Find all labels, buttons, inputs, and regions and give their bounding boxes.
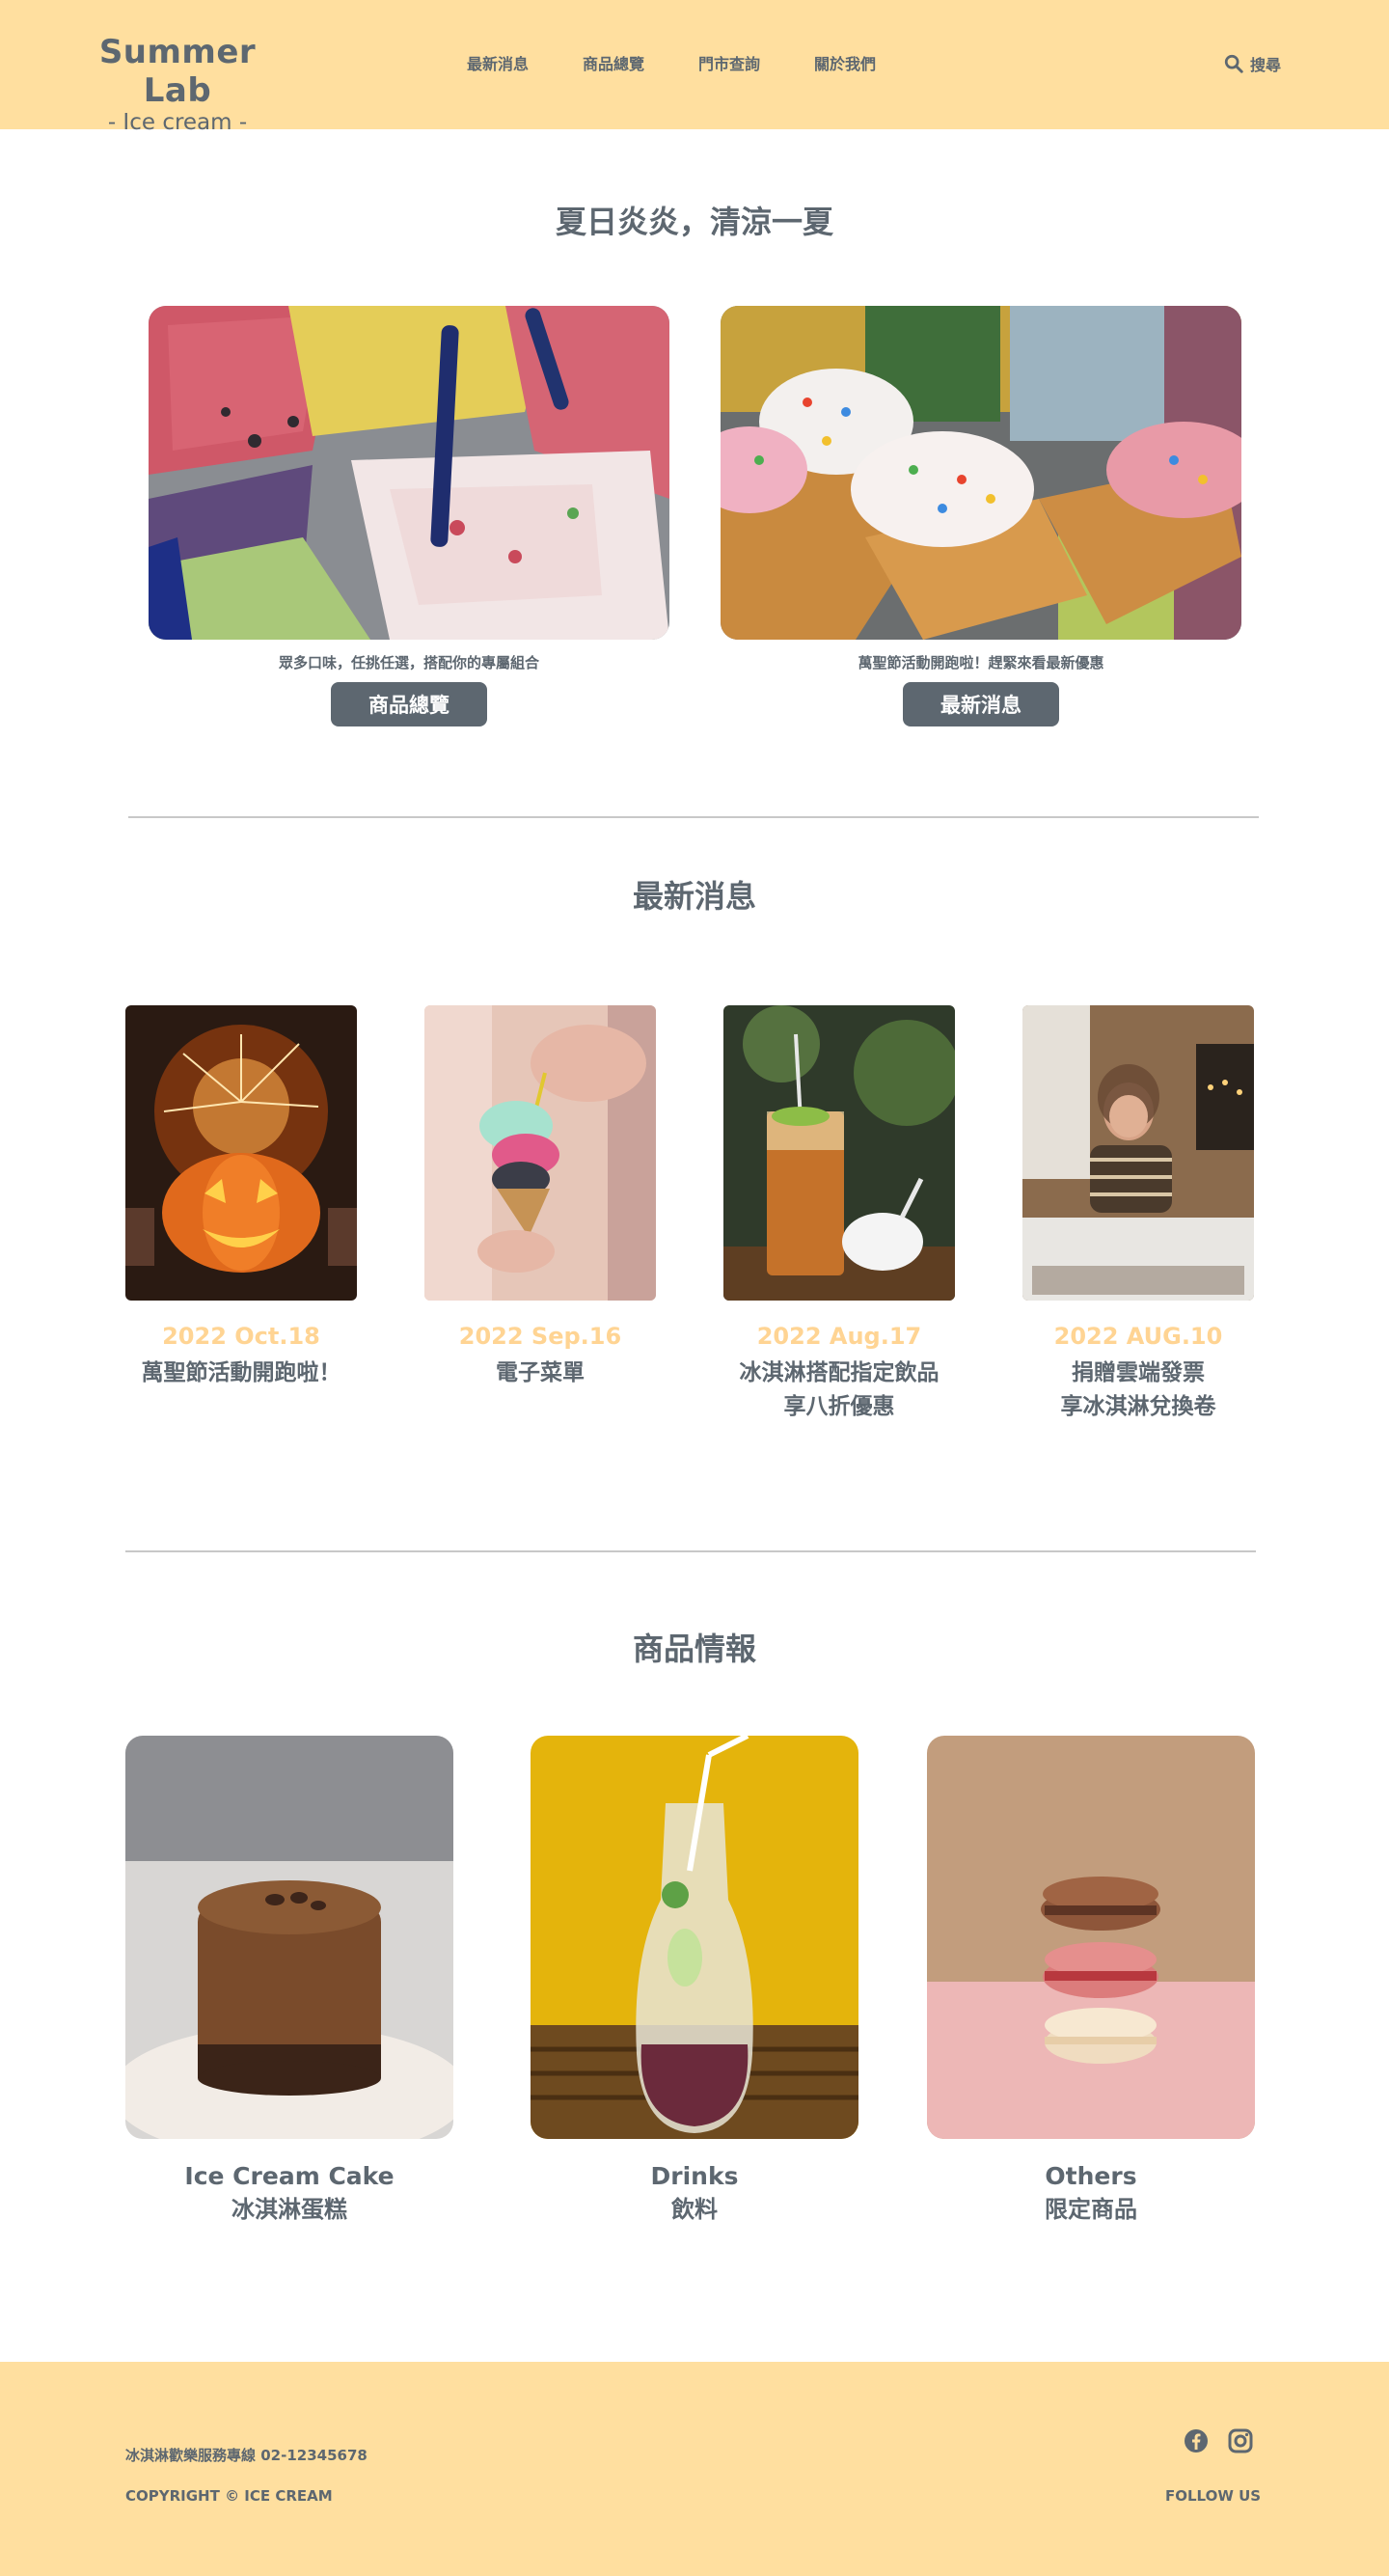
product-card[interactable]: Others 限定商品 xyxy=(927,1736,1255,2226)
follow-us-label: FOLLOW US xyxy=(1165,2487,1262,2505)
section-divider xyxy=(128,816,1259,818)
news-date: 2022 Aug.17 xyxy=(756,1323,922,1350)
news-title: 冰淇淋搭配指定飲品 享八折優惠 xyxy=(739,1360,940,1419)
hero-card-products: 眾多口味，任挑任選，搭配你的專屬組合 商品總覽 xyxy=(149,306,669,726)
search-icon xyxy=(1224,54,1243,73)
logo-subtitle: - Ice cream - xyxy=(107,110,248,135)
woman-eating-ice-cream-image xyxy=(1022,1005,1254,1301)
search-label: 搜尋 xyxy=(1250,56,1282,74)
news-section-title: 最新消息 xyxy=(632,878,756,915)
pumpkin-sparkler-image xyxy=(125,1005,357,1301)
service-hotline: 冰淇淋歡樂服務專線 02-12345678 xyxy=(125,2447,368,2464)
hero-title: 夏日炎炎，清涼一夏 xyxy=(555,204,833,240)
copyright-text: COPYRIGHT © ICE CREAM xyxy=(125,2487,333,2505)
product-name-zh: 冰淇淋蛋糕 xyxy=(232,2196,347,2223)
nav-item-news[interactable]: 最新消息 xyxy=(467,54,529,75)
facebook-icon[interactable] xyxy=(1183,2427,1210,2454)
social-links xyxy=(1183,2427,1271,2454)
product-name-en: Ice Cream Cake xyxy=(184,2162,395,2190)
news-date: 2022 AUG.10 xyxy=(1053,1323,1223,1350)
product-name-en: Drinks xyxy=(650,2162,739,2190)
chocolate-cake-image xyxy=(125,1736,453,2139)
hero-caption: 萬聖節活動開跑啦！趕緊來看最新優惠 xyxy=(858,654,1104,671)
news-item[interactable]: 2022 Oct.18 萬聖節活動開跑啦！ xyxy=(125,1005,357,1390)
site-footer: 冰淇淋歡樂服務專線 02-12345678 COPYRIGHT © ICE CR… xyxy=(0,2362,1389,2576)
macaron-stack-image xyxy=(927,1736,1255,2139)
news-title: 捐贈雲端發票 享冰淇淋兌換卷 xyxy=(1060,1360,1216,1419)
hero-card-news: 萬聖節活動開跑啦！趕緊來看最新優惠 最新消息 xyxy=(721,306,1241,726)
sprinkle-cones-image xyxy=(721,306,1241,640)
product-name-en: Others xyxy=(1045,2162,1137,2190)
logo-title: Summer Lab xyxy=(98,33,257,110)
latest-news-button[interactable]: 最新消息 xyxy=(903,682,1059,726)
search-button[interactable]: 搜尋 xyxy=(1223,52,1281,75)
main-nav: 最新消息 商品總覽 門市查詢 關於我們 xyxy=(467,54,930,75)
news-title: 電子菜單 xyxy=(496,1360,585,1385)
news-item[interactable]: 2022 Sep.16 電子菜單 xyxy=(424,1005,656,1390)
products-overview-button[interactable]: 商品總覽 xyxy=(331,682,487,726)
section-divider xyxy=(125,1550,1256,1552)
gelato-display-image xyxy=(149,306,669,640)
product-card[interactable]: Ice Cream Cake 冰淇淋蛋糕 xyxy=(125,1736,453,2226)
news-date: 2022 Oct.18 xyxy=(162,1323,320,1350)
nav-item-about[interactable]: 關於我們 xyxy=(814,54,876,75)
nav-item-products[interactable]: 商品總覽 xyxy=(583,54,644,75)
fruit-drink-bottle-image xyxy=(531,1736,858,2139)
site-header: Summer Lab - Ice cream - 最新消息 商品總覽 門市查詢 … xyxy=(0,0,1389,135)
iced-tea-drink-image xyxy=(723,1005,955,1301)
product-card[interactable]: Drinks 飲料 xyxy=(531,1736,858,2226)
hero-caption: 眾多口味，任挑任選，搭配你的專屬組合 xyxy=(278,654,539,671)
product-name-zh: 飲料 xyxy=(671,2196,718,2223)
news-title: 萬聖節活動開跑啦！ xyxy=(141,1360,341,1385)
site-logo[interactable]: Summer Lab - Ice cream - xyxy=(81,33,274,135)
products-section-title: 商品情報 xyxy=(632,1631,756,1667)
instagram-icon[interactable] xyxy=(1227,2427,1254,2454)
news-item[interactable]: 2022 Aug.17 冰淇淋搭配指定飲品 享八折優惠 xyxy=(723,1005,955,1424)
news-item[interactable]: 2022 AUG.10 捐贈雲端發票 享冰淇淋兌換卷 xyxy=(1022,1005,1254,1424)
nav-item-stores[interactable]: 門市查詢 xyxy=(698,54,760,75)
product-name-zh: 限定商品 xyxy=(1045,2196,1137,2223)
ice-cream-cone-hand-image xyxy=(424,1005,656,1301)
news-date: 2022 Sep.16 xyxy=(458,1323,622,1350)
